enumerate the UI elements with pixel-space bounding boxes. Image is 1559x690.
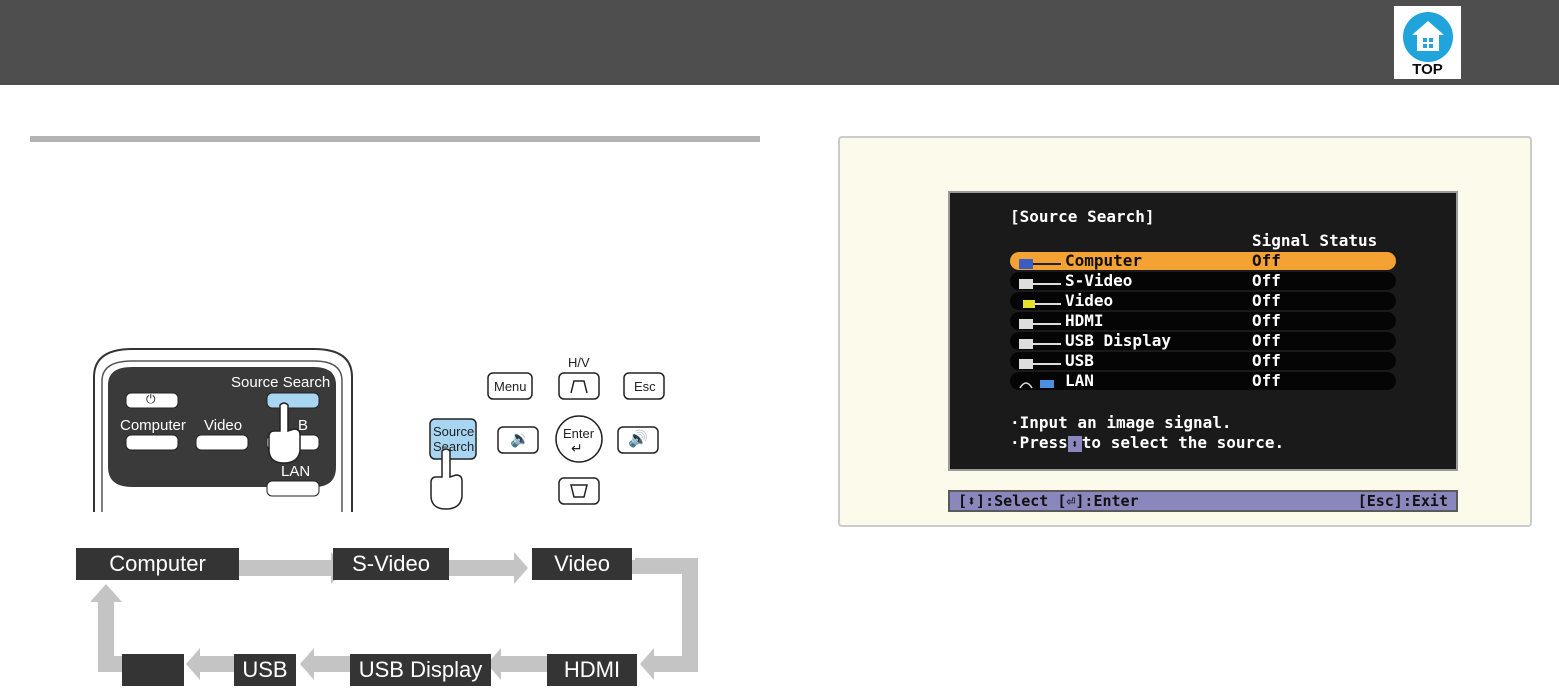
svideo-port-icon <box>1018 275 1062 289</box>
volume-down-icon: 🔉 <box>510 429 530 448</box>
volume-up-icon: 🔊 <box>628 429 648 448</box>
source-status: Off <box>1252 271 1281 290</box>
menu-label: Menu <box>494 379 527 394</box>
remote-source-search-label: Source Search <box>231 374 331 391</box>
usb-port-icon <box>1018 355 1062 369</box>
power-icon: ⏻ <box>146 392 156 406</box>
flow-hdmi: HDMI <box>547 654 637 686</box>
source-search-osd: [Source Search] Signal Status Computer O… <box>948 191 1458 471</box>
source-row-svideo[interactable]: S-Video Off <box>1010 271 1396 290</box>
osd-message-line1: ·Input an image signal. <box>1010 413 1232 432</box>
hdmi-port-icon <box>1018 315 1062 329</box>
lan-wireless-icon <box>1018 375 1062 389</box>
source-status: Off <box>1252 311 1281 330</box>
control-panel-illustration: Menu H/V Esc Source Search 🔉 Enter ↵ 🔊 <box>410 355 670 515</box>
source-name: LAN <box>1065 371 1094 390</box>
source-row-computer[interactable]: Computer Off <box>1010 251 1396 270</box>
remote-illustration: ⏻ Source Search Computer Video B LAN <box>92 347 354 512</box>
hand-pointer-icon <box>264 401 306 470</box>
usb-display-port-icon <box>1018 335 1062 349</box>
computer-port-icon <box>1018 255 1062 269</box>
osd-help-bar: [⬍]:Select [⏎]:Enter [Esc]:Exit <box>948 490 1458 512</box>
top-button[interactable]: TOP <box>1394 6 1461 79</box>
source-row-video[interactable]: Video Off <box>1010 291 1396 310</box>
source-name: Computer <box>1065 251 1143 270</box>
source-name: HDMI <box>1065 311 1104 330</box>
source-name: Video <box>1065 291 1114 310</box>
source-status: Off <box>1252 291 1281 310</box>
source-name: USB Display <box>1065 331 1171 350</box>
signal-status-header: Signal Status <box>1252 231 1378 250</box>
source-name: S-Video <box>1065 271 1133 290</box>
help-select-enter: [⬍]:Select [⏎]:Enter <box>958 492 1139 510</box>
hand-pointer-icon <box>426 447 468 516</box>
flow-svideo: S-Video <box>333 548 449 580</box>
enter-label: Enter <box>563 426 595 441</box>
osd-message-select: to select the source. <box>1081 433 1285 452</box>
flow-computer: Computer <box>76 548 239 580</box>
remote-computer-label: Computer <box>120 417 186 434</box>
source-status: Off <box>1252 351 1281 370</box>
flow-lan <box>122 654 184 686</box>
osd-title: [Source Search] <box>1010 207 1155 226</box>
esc-label: Esc <box>634 379 656 394</box>
source-status: Off <box>1252 371 1281 390</box>
source-status: Off <box>1252 251 1281 270</box>
osd-message-line2: ·Press ⬍ to select the source. <box>1010 433 1284 452</box>
source-row-hdmi[interactable]: HDMI Off <box>1010 311 1396 330</box>
osd-message-press: ·Press <box>1010 433 1068 452</box>
top-button-label: TOP <box>1412 61 1443 78</box>
header-bar <box>0 0 1559 85</box>
remote-video-label: Video <box>204 417 243 434</box>
video-port-icon <box>1018 295 1062 308</box>
section-rule <box>30 136 760 142</box>
source-status: Off <box>1252 331 1281 350</box>
keystone-icon <box>410 355 411 356</box>
up-down-arrow-icon: ⬍ <box>1067 435 1082 452</box>
source-row-usb[interactable]: USB Off <box>1010 351 1396 370</box>
hv-label: H/V <box>568 355 590 370</box>
flow-video: Video <box>532 548 632 580</box>
source-label-line1: Source <box>433 424 475 439</box>
enter-icon: ↵ <box>571 441 583 457</box>
source-row-usb-display[interactable]: USB Display Off <box>1010 331 1396 350</box>
source-row-lan[interactable]: LAN Off <box>1010 371 1396 390</box>
home-icon <box>1403 12 1453 62</box>
help-exit: [Esc]:Exit <box>1357 492 1448 510</box>
source-name: USB <box>1065 351 1094 370</box>
source-order-diagram: Computer S-Video Video HDMI USB Display … <box>60 540 720 690</box>
flow-usb-display: USB Display <box>350 654 491 686</box>
flow-usb: USB <box>234 654 296 686</box>
